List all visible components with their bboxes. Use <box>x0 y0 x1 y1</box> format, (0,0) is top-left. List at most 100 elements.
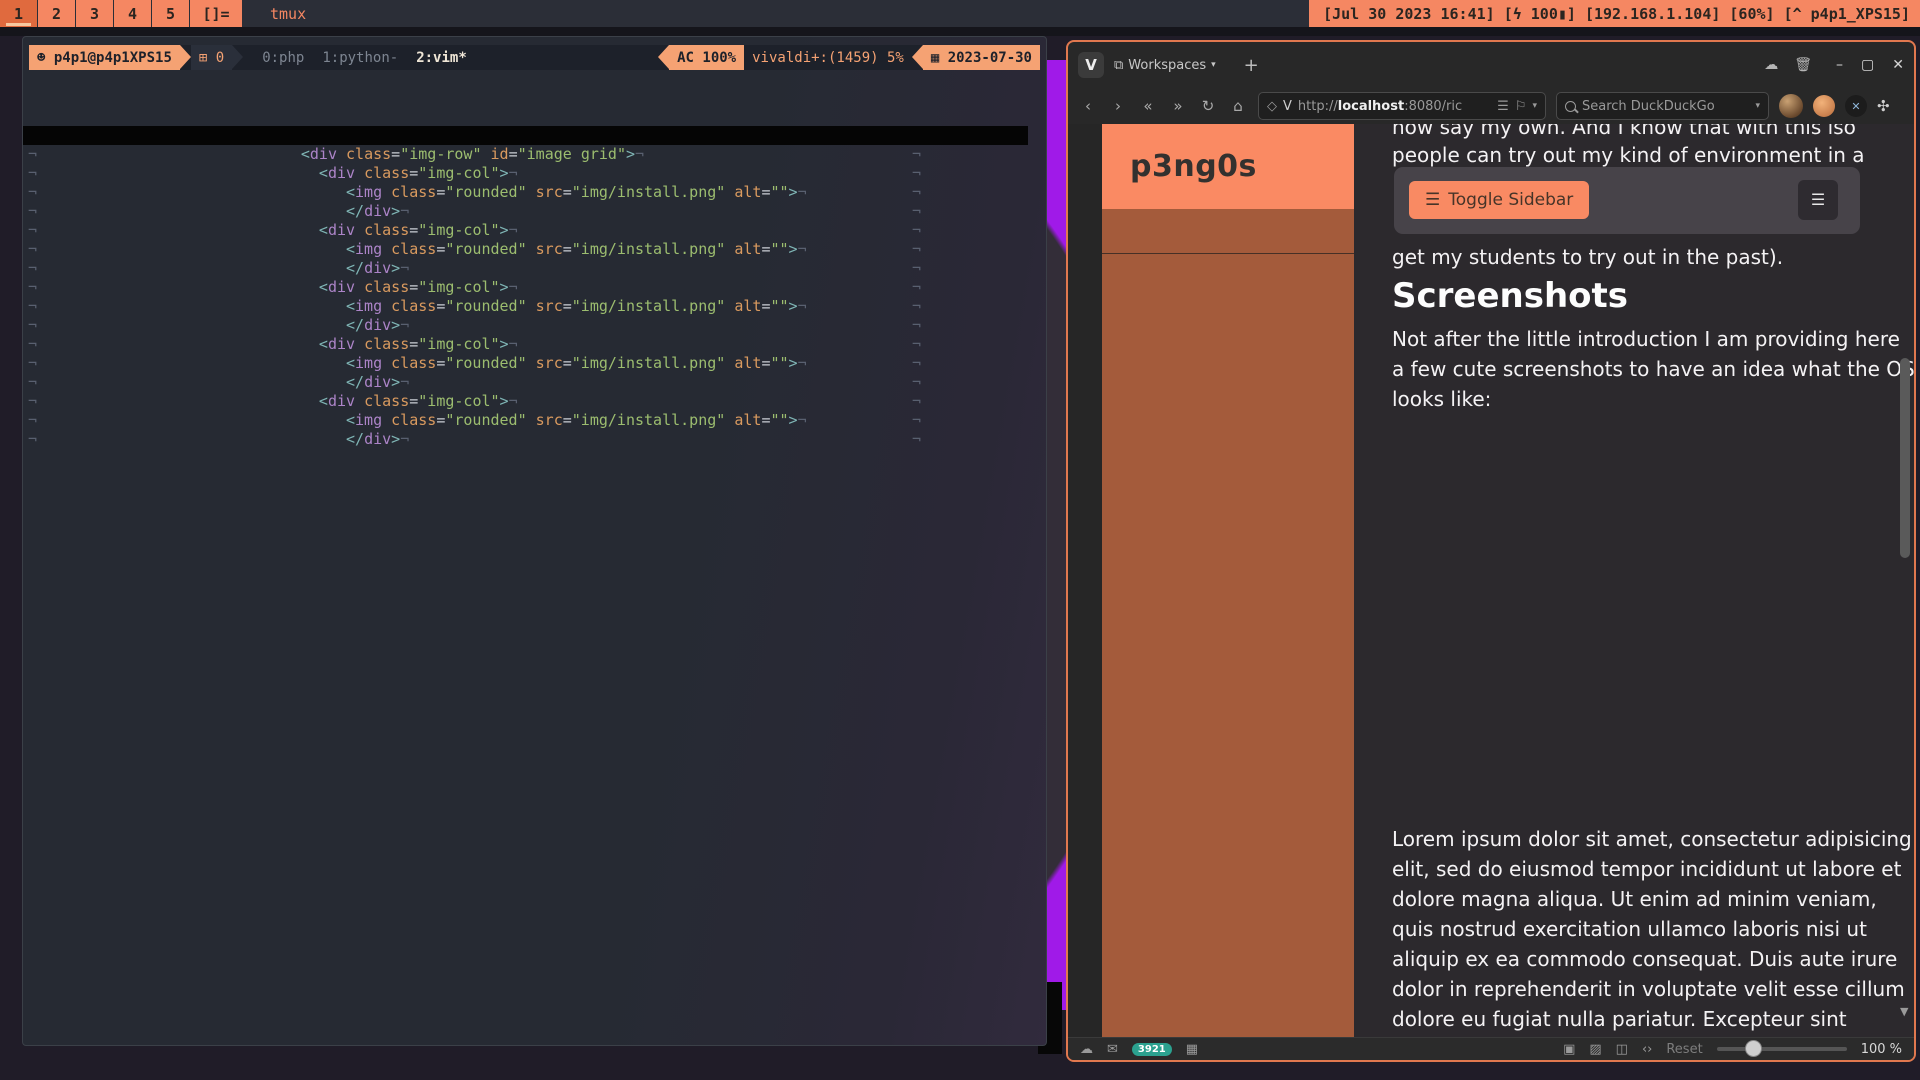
toggle-sidebar-button[interactable]: ☰ Toggle Sidebar <box>1409 181 1589 219</box>
vim-code: </div>¬ <box>48 430 409 449</box>
vim-token: "img-col" <box>418 392 499 410</box>
vim-token: > <box>789 354 798 372</box>
extensions-icon[interactable]: ✣ <box>1877 97 1890 115</box>
vim-token: = <box>409 164 418 182</box>
ip-segment: [192.168.1.104] <box>1585 5 1720 23</box>
forward-button[interactable]: › <box>1108 97 1128 115</box>
vim-token: ¬ <box>400 316 409 334</box>
vim-token: img <box>355 183 382 201</box>
vim-token <box>355 164 364 182</box>
system-status-segments: [Jul 30 2023 16:41][ϟ 100▮][192.168.1.10… <box>1309 0 1920 27</box>
minimize-button[interactable]: – <box>1836 57 1843 73</box>
scrollbar-thumb[interactable] <box>1900 358 1910 558</box>
site-sidebar: p3ng0s <box>1102 124 1354 1038</box>
page-actions-image-icon[interactable]: ▨ <box>1589 1042 1601 1057</box>
vim-token: < <box>319 164 328 182</box>
paragraph-line: people can try out my kind of environmen… <box>1392 140 1914 170</box>
vim-token: = <box>563 240 572 258</box>
mail-icon[interactable]: ✉ <box>1107 1042 1118 1057</box>
tmux-right-segment-2: ▦ 2023-07-30 <box>923 45 1040 70</box>
workspace-button-1[interactable]: 1 <box>0 0 37 27</box>
terminal-window[interactable]: ☻ p4p1@p4p1XPS15 ⊞ 0 0:php1:python-2:vim… <box>22 36 1047 1046</box>
vim-token <box>725 411 734 429</box>
vim-buffer[interactable]: ¬<div class="img-row" id="image grid">¬¬… <box>23 126 1046 449</box>
vim-token: < <box>319 392 328 410</box>
vim-token: = <box>563 354 572 372</box>
vim-token: ¬ <box>400 373 409 391</box>
site-logo[interactable]: p3ng0s <box>1102 124 1354 209</box>
workspace-button-5[interactable]: 5 <box>152 0 189 27</box>
rewind-button[interactable]: « <box>1138 97 1158 115</box>
vim-token: = <box>563 411 572 429</box>
page-scrollbar[interactable]: ▼ <box>1900 130 1910 1032</box>
bookmark-flag-icon[interactable]: ⚐ <box>1515 99 1527 114</box>
workspace-button-3[interactable]: 3 <box>76 0 113 27</box>
profile-avatar[interactable] <box>1779 94 1803 118</box>
user-icon: ☻ <box>37 50 45 66</box>
home-button[interactable]: ⌂ <box>1228 97 1248 115</box>
zoom-slider[interactable] <box>1717 1047 1847 1051</box>
eol-marker: ¬ <box>912 145 921 164</box>
eol-marker: ¬ <box>28 373 37 392</box>
zoom-reset-label[interactable]: Reset <box>1666 1042 1702 1057</box>
tmux-window-2:vim*[interactable]: 2:vim* <box>407 50 476 66</box>
account-icon[interactable] <box>1813 95 1835 117</box>
search-dropdown-icon[interactable]: ▾ <box>1755 101 1760 111</box>
reader-list-icon[interactable]: ☰ <box>1497 99 1509 114</box>
page-toolbar: ☰ Toggle Sidebar ☰ <box>1394 167 1860 234</box>
eol-marker: ¬ <box>912 316 921 335</box>
url-dropdown-icon[interactable]: ▾ <box>1532 101 1537 111</box>
vim-token: "img/install.png" <box>572 297 726 315</box>
fast-forward-button[interactable]: » <box>1168 97 1188 115</box>
vim-token <box>355 392 364 410</box>
workspace-button-4[interactable]: 4 <box>114 0 151 27</box>
vim-token: = <box>436 297 445 315</box>
tiling-icon[interactable]: ◫ <box>1616 1042 1628 1057</box>
mail-count-badge: 3921 <box>1132 1043 1172 1056</box>
scrollbar-down-arrow-icon[interactable]: ▼ <box>1900 1005 1908 1018</box>
code-icon[interactable]: ‹› <box>1642 1042 1652 1057</box>
vim-token: "rounded" <box>445 183 526 201</box>
tmux-window-0:php[interactable]: 0:php <box>253 50 313 66</box>
search-field[interactable]: Search DuckDuckGo ▾ <box>1556 92 1769 120</box>
hamburger-menu-button[interactable]: ☰ <box>1798 180 1838 220</box>
vim-token: class <box>346 145 391 163</box>
calendar-icon[interactable]: ▦ <box>1186 1042 1198 1057</box>
web-page: p3ng0s now say my own. And I know that w… <box>1102 124 1914 1038</box>
vim-token: > <box>391 202 400 220</box>
sync-cloud-icon[interactable]: ☁ <box>1080 1042 1093 1057</box>
vim-token: img <box>355 240 382 258</box>
sync-cloud-icon[interactable]: ☁ <box>1764 57 1778 73</box>
workspaces-menu[interactable]: ⧉ Workspaces ▾ <box>1110 58 1220 73</box>
eol-marker: ¬ <box>912 430 921 449</box>
tmux-window-1:python-[interactable]: 1:python- <box>313 50 407 66</box>
vim-line: ¬</div>¬¬ <box>23 430 1046 449</box>
tmux-session-segment: ☻ p4p1@p4p1XPS15 <box>29 45 180 70</box>
vivaldi-browser-window[interactable]: V ⧉ Workspaces ▾ + ☁ 🗑 – ▢ ✕ ‹ › « <box>1066 40 1916 1062</box>
eol-marker: ¬ <box>28 145 37 164</box>
close-button[interactable]: ✕ <box>1892 57 1904 73</box>
vivaldi-logo-icon[interactable]: V <box>1078 52 1104 78</box>
vim-code: <img class="rounded" src="img/install.pn… <box>48 297 807 316</box>
vim-token: < <box>319 335 328 353</box>
maximize-button[interactable]: ▢ <box>1861 57 1874 73</box>
workspace-button-2[interactable]: 2 <box>38 0 75 27</box>
vim-token <box>355 278 364 296</box>
back-button[interactable]: ‹ <box>1078 97 1098 115</box>
reload-button[interactable]: ↻ <box>1198 97 1218 115</box>
vim-token: > <box>391 259 400 277</box>
workspace-list: 12345 <box>0 0 190 27</box>
shield-icon: ◇ <box>1267 99 1277 114</box>
blocked-sync-icon[interactable]: ✕ <box>1845 95 1867 117</box>
tmux-right-segment-1: vivaldi+:(1459) 5% <box>744 45 912 70</box>
eol-marker: ¬ <box>912 202 921 221</box>
zoom-slider-knob[interactable] <box>1745 1040 1762 1057</box>
vim-token: = <box>563 297 572 315</box>
new-tab-button[interactable]: + <box>1244 55 1259 76</box>
capture-icon[interactable]: ▣ <box>1563 1042 1575 1057</box>
vim-token: src <box>536 354 563 372</box>
url-field[interactable]: ◇ V http://localhost:8080/ric ☰ ⚐ ▾ <box>1258 92 1546 120</box>
vim-token: div <box>364 430 391 448</box>
eol-marker: ¬ <box>28 278 37 297</box>
trash-icon[interactable]: 🗑 <box>1794 57 1812 73</box>
